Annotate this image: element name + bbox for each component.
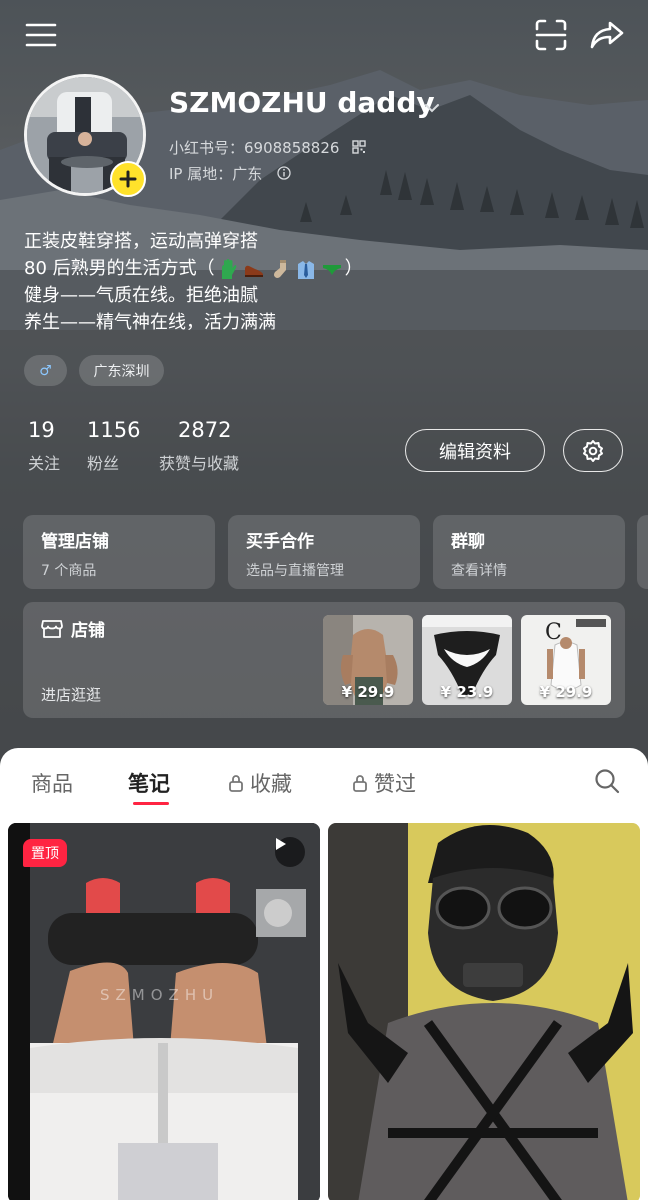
stat-value: 19 [28,418,55,442]
bio: 正装皮鞋穿搭，运动高弹穿搭 80 后熟男的生活方式（ ） 健身——气质在线。拒绝… [24,228,363,336]
menu-icon[interactable] [20,14,62,56]
tab-label: 商品 [31,772,73,796]
stat-label: 获赞与收藏 [159,454,240,473]
username[interactable]: SZMOZHU daddy [169,86,435,119]
qr-code-icon[interactable] [352,140,366,154]
ip-location-text: IP 属地：广东 [169,165,263,183]
bio-line-text: 80 后熟男的生活方式（ [24,258,215,279]
video-play-icon [275,837,305,867]
stat-label: 粉丝 [87,454,120,473]
tab-collections[interactable]: 收藏 [228,768,292,798]
scan-icon[interactable] [528,12,574,58]
bio-line-text: ） [344,258,363,279]
card-overflow[interactable] [637,515,648,589]
shoe-emoji-icon [244,265,263,277]
svg-text:C: C [545,620,562,645]
shop-title: 店铺 [41,616,105,641]
settings-button[interactable] [563,429,623,472]
card-group-chat[interactable]: 群聊 查看详情 [433,515,625,589]
add-avatar-button[interactable] [110,161,146,197]
tab-notes[interactable]: 笔记 [128,768,170,798]
tab-label: 收藏 [250,772,292,796]
active-tab-indicator [133,802,169,805]
product-price: ¥ 29.9 [539,683,593,701]
shirt-tie-emoji-icon [297,260,314,279]
card-title: 群聊 [451,532,485,552]
bio-line-text: 养生——精气神在线，活力满满 [24,312,276,333]
stat-likes-collections[interactable]: 2872 获赞与收藏 [159,418,239,474]
info-icon[interactable] [277,166,291,180]
card-title: 买手合作 [246,532,314,552]
sock-emoji-icon [273,259,286,278]
top-bar [0,0,648,70]
stat-value: 1156 [87,418,141,442]
lock-icon [353,775,367,792]
bio-line-text: 健身——气质在线。拒绝油腻 [24,285,258,306]
tab-label: 笔记 [128,772,170,796]
stat-label: 关注 [28,454,61,473]
bio-line-text: 正装皮鞋穿搭，运动高弹穿搭 [24,231,258,252]
product-price: ¥ 29.9 [341,683,395,701]
tab-label: 赞过 [374,772,416,796]
gear-icon [583,439,603,462]
share-icon[interactable] [584,12,630,58]
card-manage-shop[interactable]: 管理店铺 7 个商品 [23,515,215,589]
note-card[interactable]: 置顶 SZMOZHU [8,823,320,1200]
tab-bar: 商品 笔记 收藏 赞过 [0,748,648,818]
red-id-text: 小红书号：6908858826 [169,139,340,157]
lock-icon [229,775,243,792]
shop-enter-link[interactable]: 进店逛逛 [41,684,101,705]
product-thumbnail[interactable]: ¥ 23.9 [422,615,512,705]
bio-line: 健身——气质在线。拒绝油腻 [24,282,363,309]
red-id: 小红书号：6908858826 [169,137,366,158]
shop-section[interactable]: 店铺 进店逛逛 ¥ 29.9 ¥ 23.9 C ¥ 29.9 [23,602,625,718]
watermark-text: SZMOZHU [100,986,220,1004]
location-tag: 广东深圳 [79,355,164,386]
card-title: 管理店铺 [41,532,109,552]
bio-line: 养生——精气神在线，活力满满 [24,309,363,336]
ip-location: IP 属地：广东 [169,163,291,184]
tab-products[interactable]: 商品 [31,768,73,798]
product-price: ¥ 23.9 [440,683,494,701]
bio-line: 80 后熟男的生活方式（ ） [24,255,363,282]
underwear-emoji-icon [322,264,341,275]
pinned-badge: 置顶 [23,839,67,867]
gender-tag: ♂ [24,355,67,386]
search-icon[interactable] [594,768,620,798]
card-subtitle: 查看详情 [451,563,507,579]
product-thumbnail[interactable]: C ¥ 29.9 [521,615,611,705]
note-card[interactable] [328,823,640,1200]
glove-emoji-icon [221,258,236,279]
store-icon [41,619,63,638]
product-thumbnail[interactable]: ¥ 29.9 [323,615,413,705]
shop-title-text: 店铺 [71,621,105,641]
card-buyer-cooperation[interactable]: 买手合作 选品与直播管理 [228,515,420,589]
bio-line: 正装皮鞋穿搭，运动高弹穿搭 [24,228,363,255]
chevron-down-icon[interactable] [424,98,440,117]
tab-liked[interactable]: 赞过 [352,768,416,798]
stat-following[interactable]: 19 关注 [28,418,60,474]
card-subtitle: 选品与直播管理 [246,563,344,579]
edit-profile-button[interactable]: 编辑资料 [405,429,545,472]
stat-followers[interactable]: 1156 粉丝 [87,418,140,474]
card-subtitle: 7 个商品 [41,563,97,579]
stat-value: 2872 [178,418,232,442]
